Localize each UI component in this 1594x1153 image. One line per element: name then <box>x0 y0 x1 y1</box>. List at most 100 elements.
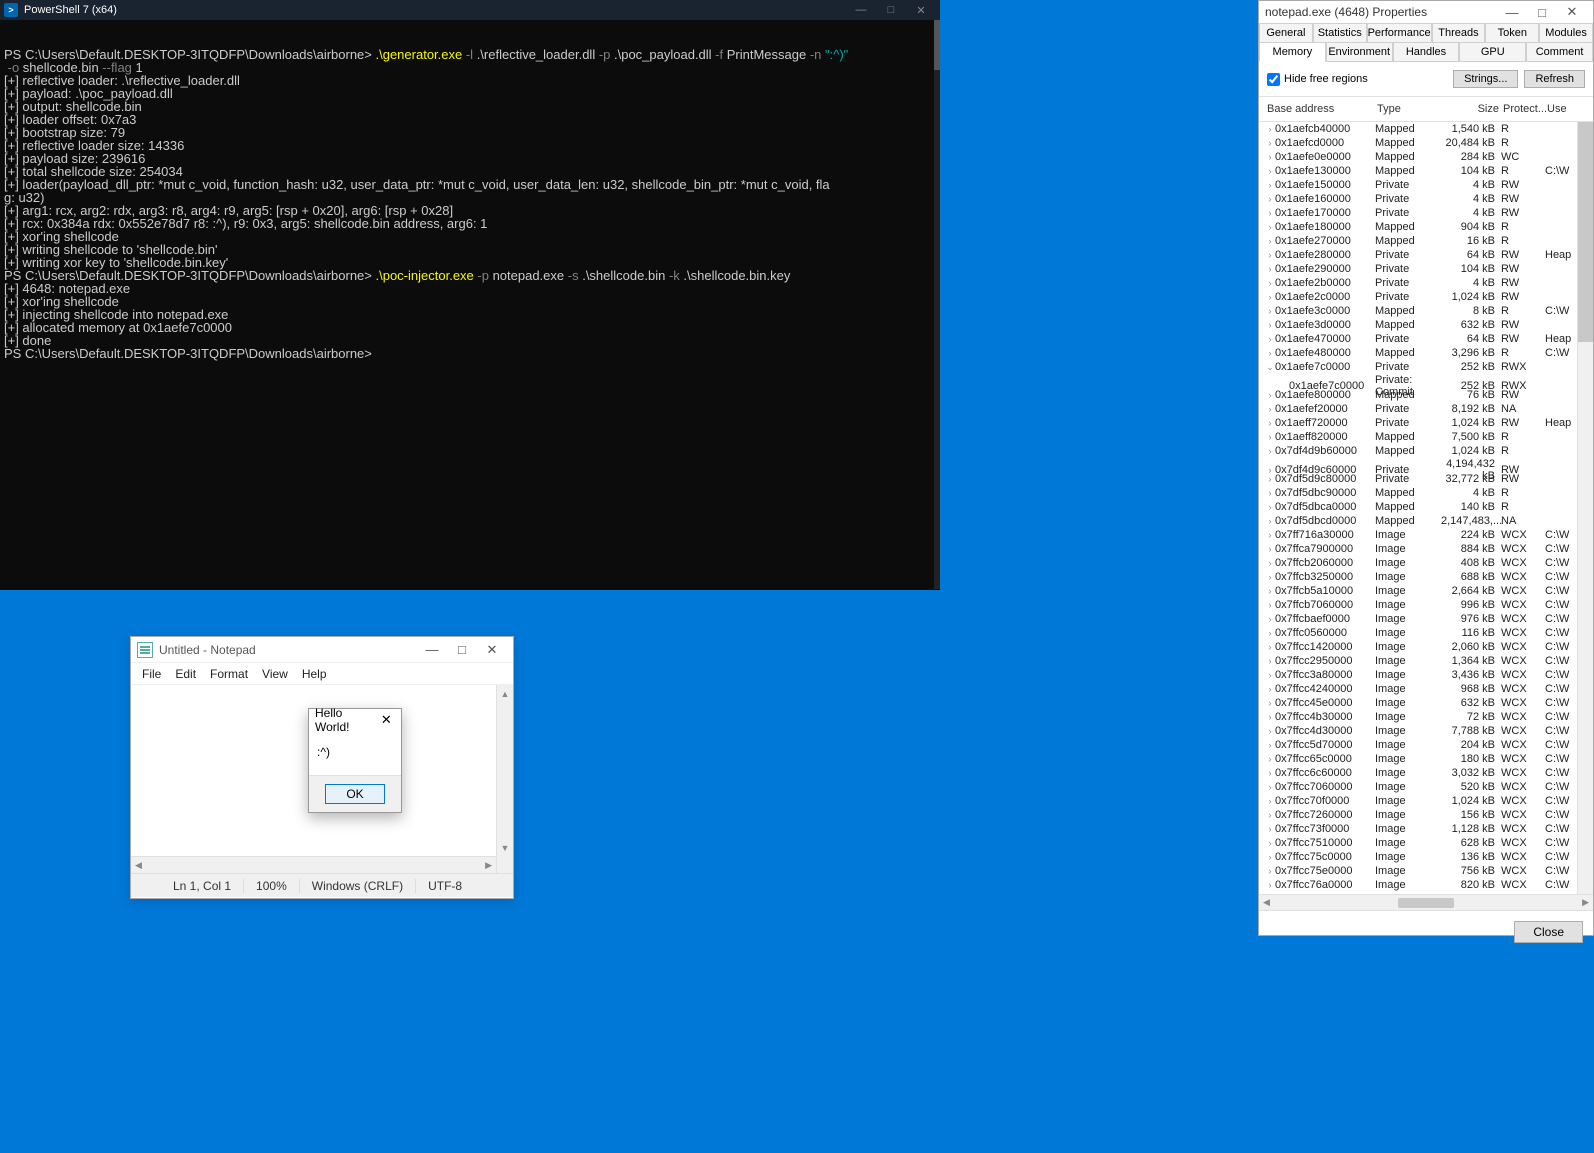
menu-file[interactable]: File <box>135 667 168 681</box>
expand-chevron-icon[interactable]: ⌄ <box>1265 362 1275 373</box>
memory-row[interactable]: ›0x7ffcc1420000Image2,060 kBWCXC:\W <box>1265 640 1593 654</box>
expand-chevron-icon[interactable]: › <box>1265 586 1275 596</box>
memory-row[interactable]: ›0x7df5dbc90000Mapped4 kBR <box>1265 486 1593 500</box>
memory-row[interactable]: ›0x7ffc0560000Image116 kBWCXC:\W <box>1265 626 1593 640</box>
scroll-right-icon[interactable]: ▶ <box>485 860 492 871</box>
hide-free-regions-checkbox[interactable]: Hide free regions <box>1267 73 1368 86</box>
memory-row[interactable]: ›0x7ffcc75e0000Image756 kBWCXC:\W <box>1265 864 1593 878</box>
tab-performance[interactable]: Performance <box>1367 23 1432 42</box>
expand-chevron-icon[interactable]: › <box>1265 166 1275 176</box>
subtab-gpu[interactable]: GPU <box>1459 42 1526 62</box>
expand-chevron-icon[interactable]: › <box>1265 264 1275 274</box>
close-button[interactable]: ✕ <box>906 1 936 19</box>
vertical-scrollbar[interactable]: ▲ ▼ <box>496 685 513 873</box>
expand-chevron-icon[interactable]: › <box>1265 306 1275 316</box>
memory-row[interactable]: ›0x1aefcb40000Mapped1,540 kBR <box>1265 122 1593 136</box>
horizontal-scrollbar[interactable]: ◀▶ <box>131 856 496 873</box>
properties-titlebar[interactable]: notepad.exe (4648) Properties — □ ✕ <box>1259 1 1593 23</box>
expand-chevron-icon[interactable]: › <box>1265 124 1275 134</box>
hide-free-checkbox-input[interactable] <box>1267 73 1280 86</box>
menu-edit[interactable]: Edit <box>168 667 203 681</box>
expand-chevron-icon[interactable]: › <box>1265 740 1275 750</box>
expand-chevron-icon[interactable]: › <box>1265 684 1275 694</box>
maximize-button[interactable]: □ <box>1527 5 1557 20</box>
memory-row[interactable]: ›0x1aefe2b0000Private4 kBRW <box>1265 276 1593 290</box>
expand-chevron-icon[interactable]: › <box>1265 180 1275 190</box>
memory-row[interactable]: ›0x7ffcc4b30000Image72 kBWCXC:\W <box>1265 710 1593 724</box>
expand-chevron-icon[interactable]: › <box>1265 320 1275 330</box>
expand-chevron-icon[interactable]: › <box>1265 474 1275 484</box>
scroll-up-icon[interactable]: ▲ <box>497 685 513 702</box>
memory-row[interactable]: ›0x1aefe180000Mapped904 kBR <box>1265 220 1593 234</box>
memory-row[interactable]: ›0x7ffcc7770000 <box>1265 892 1593 894</box>
expand-chevron-icon[interactable]: › <box>1265 824 1275 834</box>
memory-row[interactable]: ›0x7ffcc3a80000Image3,436 kBWCXC:\W <box>1265 668 1593 682</box>
tab-threads[interactable]: Threads <box>1432 23 1486 42</box>
memory-row[interactable]: ›0x7df5dbcd0000Mapped2,147,483,...NA <box>1265 514 1593 528</box>
expand-chevron-icon[interactable]: › <box>1265 292 1275 302</box>
scroll-left-icon[interactable]: ◀ <box>135 860 142 871</box>
col-size[interactable]: Size <box>1441 101 1501 117</box>
memory-row[interactable]: ›0x1aefe2c0000Private1,024 kBRW <box>1265 290 1593 304</box>
memory-row[interactable]: ›0x1aefef20000Private8,192 kBNA <box>1265 402 1593 416</box>
expand-chevron-icon[interactable]: › <box>1265 712 1275 722</box>
expand-chevron-icon[interactable]: › <box>1265 768 1275 778</box>
memory-row[interactable]: ›0x1aeff720000Private1,024 kBRWHeap <box>1265 416 1593 430</box>
expand-chevron-icon[interactable]: › <box>1265 152 1275 162</box>
expand-chevron-icon[interactable]: › <box>1265 600 1275 610</box>
memory-row[interactable]: ›0x7ffcc4d30000Image7,788 kBWCXC:\W <box>1265 724 1593 738</box>
memory-row[interactable]: ›0x1aefe0e0000Mapped284 kBWC <box>1265 150 1593 164</box>
subtab-comment[interactable]: Comment <box>1526 42 1593 62</box>
powershell-titlebar[interactable]: > PowerShell 7 (x64) — □ ✕ <box>0 0 940 20</box>
expand-chevron-icon[interactable]: › <box>1265 138 1275 148</box>
memory-table[interactable]: ›0x1aefcb40000Mapped1,540 kBR›0x1aefcd00… <box>1259 122 1593 894</box>
memory-row[interactable]: ›0x7ff716a30000Image224 kBWCXC:\W <box>1265 528 1593 542</box>
strings-button[interactable]: Strings... <box>1453 70 1518 88</box>
memory-row[interactable]: ›0x7ffcb5a10000Image2,664 kBWCXC:\W <box>1265 584 1593 598</box>
expand-chevron-icon[interactable]: › <box>1265 614 1275 624</box>
memory-row[interactable]: ›0x1aefe800000Mapped76 kBRW <box>1265 388 1593 402</box>
expand-chevron-icon[interactable]: › <box>1265 558 1275 568</box>
tab-general[interactable]: General <box>1259 23 1313 42</box>
close-icon[interactable]: ✕ <box>378 712 395 728</box>
memory-row[interactable]: ›0x1aefe3d0000Mapped632 kBRW <box>1265 318 1593 332</box>
subtab-handles[interactable]: Handles <box>1393 42 1460 62</box>
expand-chevron-icon[interactable]: › <box>1265 250 1275 260</box>
messagebox-titlebar[interactable]: Hello World! ✕ <box>309 709 401 731</box>
expand-chevron-icon[interactable]: › <box>1265 754 1275 764</box>
scrollbar-thumb[interactable] <box>1398 898 1454 908</box>
memory-row[interactable]: ›0x1aefe270000Mapped16 kBR <box>1265 234 1593 248</box>
expand-chevron-icon[interactable]: › <box>1265 194 1275 204</box>
expand-chevron-icon[interactable]: › <box>1265 642 1275 652</box>
close-button[interactable]: Close <box>1514 921 1583 943</box>
expand-chevron-icon[interactable]: › <box>1265 236 1275 246</box>
memory-row[interactable]: ›0x7ffcbaef0000Image976 kBWCXC:\W <box>1265 612 1593 626</box>
minimize-button[interactable]: — <box>846 1 876 19</box>
scroll-right-icon[interactable]: ▶ <box>1582 897 1589 908</box>
col-base-address[interactable]: Base address <box>1265 101 1375 117</box>
terminal-output[interactable]: PS C:\Users\Default.DESKTOP-3ITQDFP\Down… <box>0 20 940 589</box>
memory-row[interactable]: ›0x7ffcc2950000Image1,364 kBWCXC:\W <box>1265 654 1593 668</box>
refresh-button[interactable]: Refresh <box>1524 70 1585 88</box>
tab-modules[interactable]: Modules <box>1539 23 1593 42</box>
expand-chevron-icon[interactable]: › <box>1265 446 1275 456</box>
expand-chevron-icon[interactable]: › <box>1265 530 1275 540</box>
expand-chevron-icon[interactable]: › <box>1265 796 1275 806</box>
memory-row[interactable]: ›0x7ffcc73f0000Image1,128 kBWCXC:\W <box>1265 822 1593 836</box>
menu-help[interactable]: Help <box>295 667 334 681</box>
memory-row[interactable]: ›0x1aefe280000Private64 kBRWHeap <box>1265 248 1593 262</box>
notepad-titlebar[interactable]: Untitled - Notepad — □ ✕ <box>131 637 513 663</box>
expand-chevron-icon[interactable]: › <box>1265 782 1275 792</box>
expand-chevron-icon[interactable]: › <box>1265 390 1275 400</box>
memory-row[interactable]: ›0x1aefe130000Mapped104 kBRC:\W <box>1265 164 1593 178</box>
expand-chevron-icon[interactable]: › <box>1265 348 1275 358</box>
expand-chevron-icon[interactable]: › <box>1265 852 1275 862</box>
expand-chevron-icon[interactable]: › <box>1265 656 1275 666</box>
memory-row[interactable]: ›0x7ffcc7060000Image520 kBWCXC:\W <box>1265 780 1593 794</box>
expand-chevron-icon[interactable]: › <box>1265 488 1275 498</box>
memory-row[interactable]: ›0x1aefe170000Private4 kBRW <box>1265 206 1593 220</box>
memory-row[interactable]: ›0x7ffcb2060000Image408 kBWCXC:\W <box>1265 556 1593 570</box>
memory-row[interactable]: ›0x7ffcc7510000Image628 kBWCXC:\W <box>1265 836 1593 850</box>
scroll-left-icon[interactable]: ◀ <box>1263 897 1270 908</box>
expand-chevron-icon[interactable]: › <box>1265 866 1275 876</box>
